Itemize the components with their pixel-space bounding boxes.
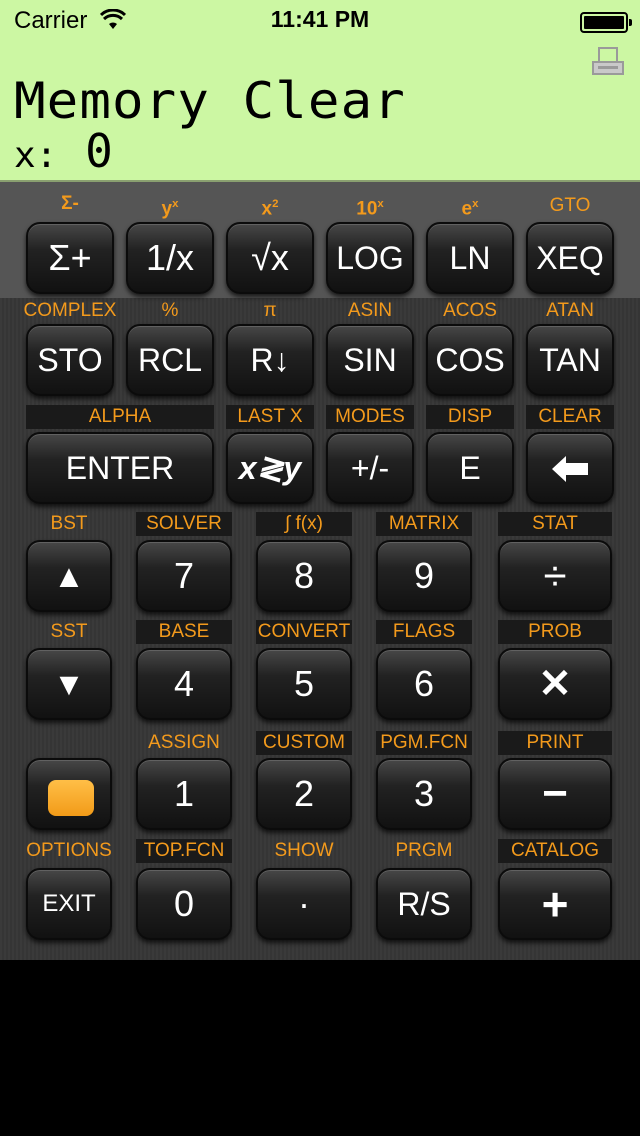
up-arrow-key[interactable]: ▲ <box>26 540 112 612</box>
display-x-register: x: 0 <box>14 124 113 178</box>
add-key[interactable]: + <box>498 868 612 940</box>
shift-label-top-fcn: TOP.FCN <box>136 839 232 863</box>
digit-1-key[interactable]: 1 <box>136 758 232 830</box>
shift-label-prgm: PRGM <box>395 840 453 861</box>
shift-label-integrate: ∫ f(x) <box>256 512 352 536</box>
shift-label-e-pow-x: ex <box>461 198 479 220</box>
clock: 11:41 PM <box>270 6 370 32</box>
printer-icon[interactable] <box>590 46 626 78</box>
digit-7-key[interactable]: 7 <box>136 540 232 612</box>
run-stop-key[interactable]: R/S <box>376 868 472 940</box>
shift-label-x-squared: x2 <box>261 198 279 220</box>
xeq-key[interactable]: XEQ <box>526 222 614 294</box>
roll-down-key[interactable]: R↓ <box>226 324 314 396</box>
shift-label-modes: MODES <box>326 405 414 429</box>
shift-label-complex: COMPLEX <box>23 300 117 321</box>
shift-label-matrix: MATRIX <box>376 512 472 536</box>
backspace-arrow-icon <box>552 456 588 482</box>
shift-label-pi: π <box>263 300 277 321</box>
cos-key[interactable]: COS <box>426 324 514 396</box>
sto-key[interactable]: STO <box>26 324 114 396</box>
shift-label-y-pow-x: yx <box>161 198 179 220</box>
log-key[interactable]: LOG <box>326 222 414 294</box>
shift-label-convert: CONVERT <box>256 620 352 644</box>
digit-8-key[interactable]: 8 <box>256 540 352 612</box>
shift-label-disp: DISP <box>426 405 514 429</box>
shift-label-percent: % <box>161 300 179 321</box>
shift-label-assign: ASSIGN <box>148 732 220 753</box>
shift-label-base: BASE <box>136 620 232 644</box>
shift-label-ten-pow-x: 10x <box>356 198 384 220</box>
battery-icon <box>580 12 632 33</box>
shift-label-acos: ACOS <box>443 300 497 321</box>
digit-4-key[interactable]: 4 <box>136 648 232 720</box>
shift-label-alpha: ALPHA <box>26 405 214 429</box>
digit-5-key[interactable]: 5 <box>256 648 352 720</box>
keypad: Σ- yx x2 10x ex GTO Σ+ 1/x √x LOG LN XEQ… <box>0 182 640 960</box>
shift-label-options: OPTIONS <box>26 840 112 861</box>
digit-2-key[interactable]: 2 <box>256 758 352 830</box>
shift-label-last-x: LAST X <box>226 405 314 429</box>
shift-label-custom: CUSTOM <box>256 731 352 755</box>
digit-0-key[interactable]: 0 <box>136 868 232 940</box>
divide-key[interactable]: ÷ <box>498 540 612 612</box>
shift-label-catalog: CATALOG <box>498 839 612 863</box>
shift-label-bst: BST <box>50 513 88 534</box>
display-message: Memory Clear <box>14 72 406 130</box>
reciprocal-key[interactable]: 1/x <box>126 222 214 294</box>
shift-label-prob: PROB <box>498 620 612 644</box>
shift-label-asin: ASIN <box>347 300 393 321</box>
shift-label-print: PRINT <box>498 731 612 755</box>
shift-label-pgm-fcn: PGM.FCN <box>376 731 472 755</box>
shift-label-flags: FLAGS <box>376 620 472 644</box>
tan-key[interactable]: TAN <box>526 324 614 396</box>
shift-label-sst: SST <box>50 621 88 642</box>
rcl-key[interactable]: RCL <box>126 324 214 396</box>
shift-label-show: SHOW <box>274 840 334 861</box>
shift-key[interactable] <box>26 758 112 830</box>
sqrt-key[interactable]: √x <box>226 222 314 294</box>
ln-key[interactable]: LN <box>426 222 514 294</box>
decimal-point-key[interactable]: · <box>256 868 352 940</box>
calculator-display: Carrier 11:41 PM Memory Clear x: 0 <box>0 0 640 182</box>
backspace-key[interactable] <box>526 432 614 504</box>
enter-key[interactable]: ENTER <box>26 432 214 504</box>
sigma-plus-key[interactable]: Σ+ <box>26 222 114 294</box>
shift-indicator-icon <box>48 780 94 816</box>
shift-label-clear: CLEAR <box>526 405 614 429</box>
shift-label-stat: STAT <box>498 512 612 536</box>
digit-9-key[interactable]: 9 <box>376 540 472 612</box>
x-register-value: 0 <box>85 124 113 178</box>
shift-label-sigma-minus: Σ- <box>61 193 79 214</box>
status-bar: Carrier 11:41 PM <box>0 0 640 40</box>
multiply-key[interactable]: ✕ <box>498 648 612 720</box>
x-register-label: x: <box>14 135 58 176</box>
shift-label-gto: GTO <box>549 195 591 216</box>
change-sign-key[interactable]: +/- <box>326 432 414 504</box>
exponent-key[interactable]: E <box>426 432 514 504</box>
digit-6-key[interactable]: 6 <box>376 648 472 720</box>
down-arrow-key[interactable]: ▼ <box>26 648 112 720</box>
shift-label-solver: SOLVER <box>136 512 232 536</box>
digit-3-key[interactable]: 3 <box>376 758 472 830</box>
exit-key[interactable]: EXIT <box>26 868 112 940</box>
sin-key[interactable]: SIN <box>326 324 414 396</box>
swap-xy-key[interactable]: x≷y <box>226 432 314 504</box>
shift-label-atan: ATAN <box>546 300 594 321</box>
subtract-key[interactable]: − <box>498 758 612 830</box>
